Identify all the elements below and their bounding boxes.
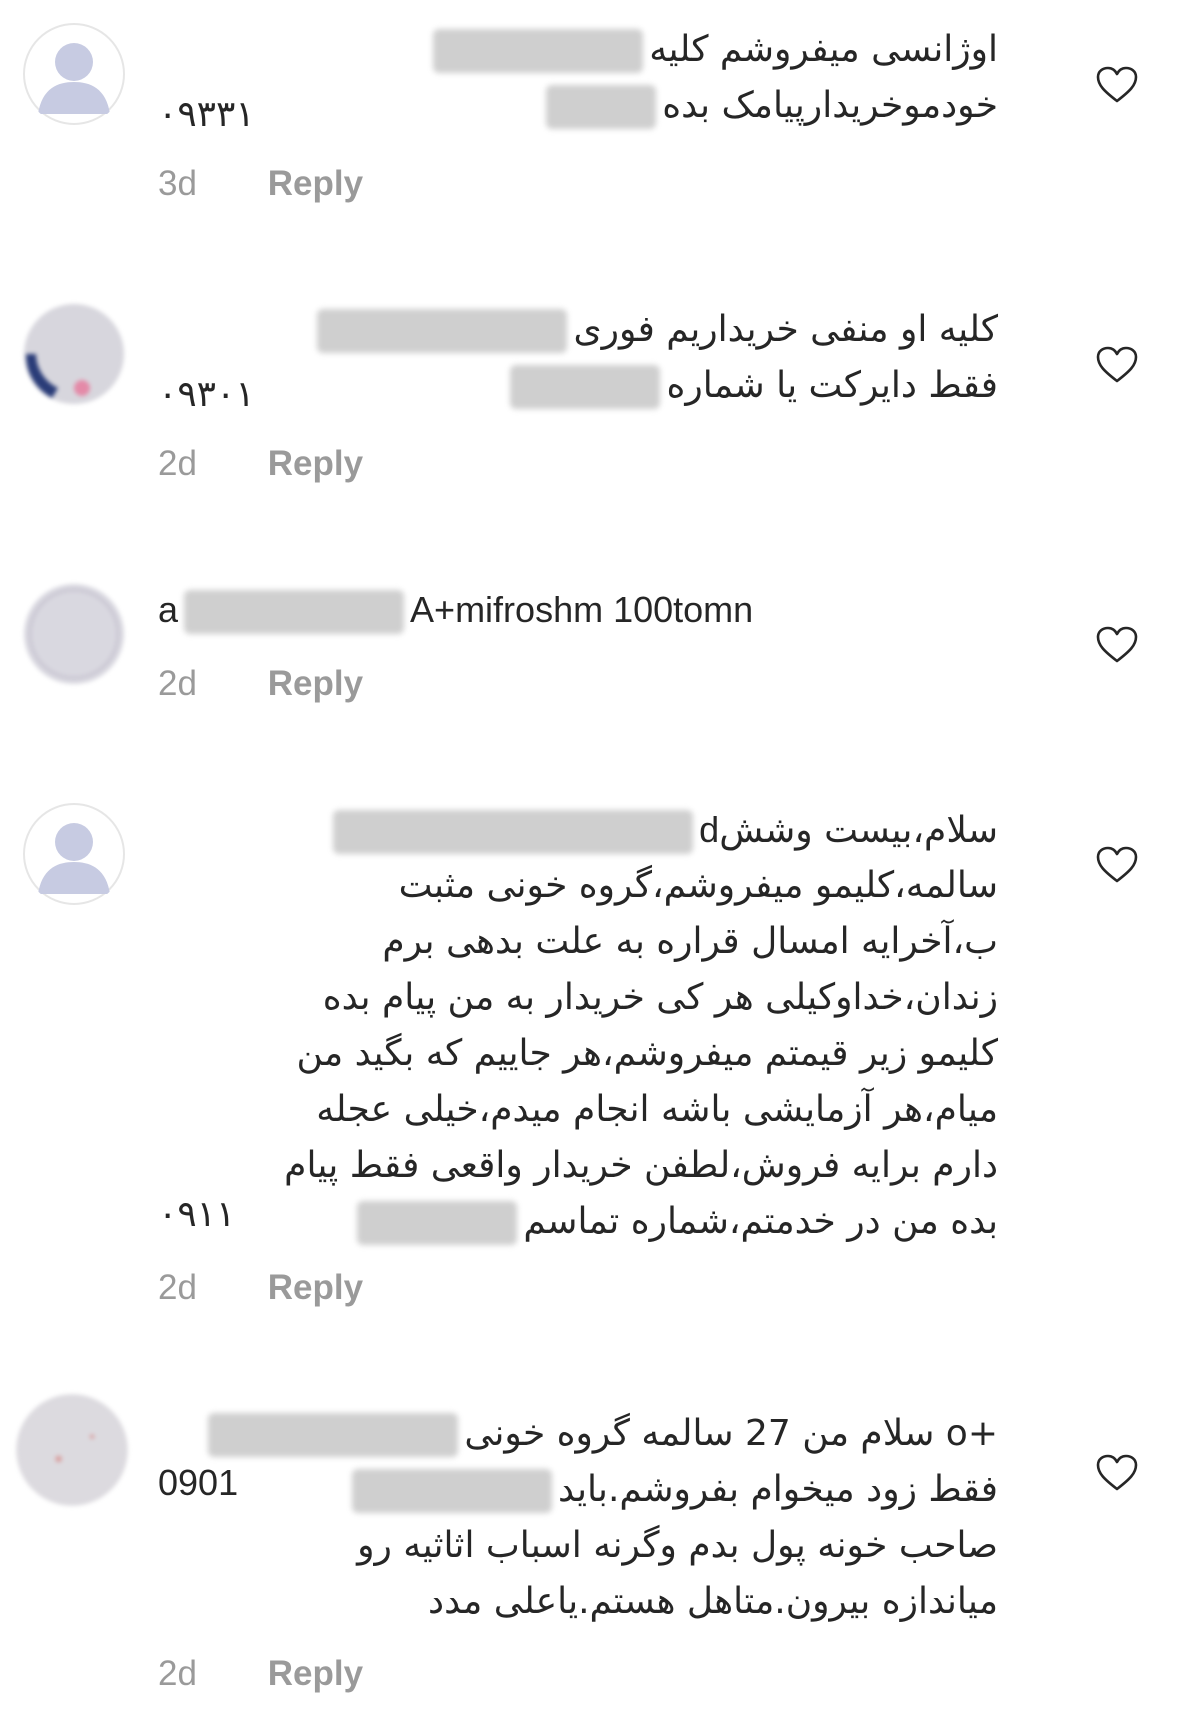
comment-meta: 2d Reply: [158, 1654, 363, 1694]
reply-button[interactable]: Reply: [268, 444, 363, 484]
avatar[interactable]: [22, 802, 126, 906]
like-button[interactable]: [1096, 66, 1138, 104]
comment-phone-prefix: ۰۹۱۱: [158, 1194, 236, 1235]
redacted-username: [333, 810, 694, 854]
like-button[interactable]: [1096, 626, 1138, 664]
comment-text-line: فقط زود میخوام بفروشم.باید: [158, 1462, 998, 1518]
comment-text-line: a A+mifroshm 100tomn: [158, 582, 998, 638]
redacted-phone: [546, 85, 657, 129]
comment-text-line: کلیمو زیر قیمتم میفروشم،هر جاییم که بگید…: [296, 1033, 998, 1074]
reply-button[interactable]: Reply: [268, 1268, 363, 1308]
comment-text-line: دارم برایه فروش،لطفن خریدار واقعی فقط پی…: [284, 1145, 998, 1186]
comment-phone-prefix: ۰۹۳۳۱: [158, 94, 255, 135]
comment-text-line: بده من در خدمتم،شماره تماسم: [158, 1194, 998, 1250]
heart-outline-icon: [1096, 66, 1138, 103]
comment-text-line: میام،هر آزمایشی باشه انجام میدم،خیلی عجل…: [316, 1089, 998, 1130]
default-user-avatar-icon: [22, 802, 126, 906]
like-button[interactable]: [1096, 346, 1138, 384]
default-user-avatar-icon: [22, 22, 126, 126]
comment-time: 2d: [158, 664, 197, 703]
redacted-username: [184, 590, 405, 634]
like-button[interactable]: [1096, 1454, 1138, 1492]
comment-meta: 2d Reply: [158, 1268, 363, 1308]
heart-outline-icon: [1096, 626, 1138, 663]
comment-time: 2d: [158, 1654, 197, 1693]
comment-text-line: زندان،خداوکیلی هر کی خریدار به من پیام ب…: [322, 977, 998, 1018]
comment-text-line: کلیه او منفی خریداریم فوری: [158, 302, 998, 358]
like-button[interactable]: [1096, 846, 1138, 884]
reply-button[interactable]: Reply: [268, 1654, 363, 1694]
avatar[interactable]: [14, 1392, 130, 1508]
comment-meta: 3d Reply: [158, 164, 363, 204]
user-avatar-icon: [16, 1394, 128, 1506]
heart-outline-icon: [1096, 846, 1138, 883]
comment-text-line: اوژانسی میفروشم کلیه: [158, 22, 998, 78]
avatar[interactable]: [22, 22, 126, 126]
comment-meta: 2d Reply: [158, 444, 363, 484]
redacted-username: [317, 309, 568, 353]
reply-button[interactable]: Reply: [268, 164, 363, 204]
reply-button[interactable]: Reply: [268, 664, 363, 704]
comment-text-line: میاندازه بیرون.متاهل هستم.یاعلی مدد: [428, 1581, 998, 1622]
comment-time: 2d: [158, 444, 197, 483]
comment-text-line: صاحب خونه پول بدم وگرنه اسباب اثاثیه رو: [357, 1525, 998, 1566]
comment-time: 3d: [158, 164, 197, 203]
redacted-phone: [352, 1469, 553, 1513]
redacted-phone: [510, 365, 661, 409]
avatar[interactable]: [22, 302, 126, 406]
redacted-username: [433, 29, 644, 73]
heart-outline-icon: [1096, 346, 1138, 383]
comment-text-line: سلام،بیست وششd: [158, 802, 998, 858]
comment-phone-prefix: ۰۹۳۰۱: [158, 374, 255, 415]
comment-text-line: ب،آخرایه امسال قراره به علت بدهی برم: [382, 921, 998, 962]
redacted-username: [208, 1413, 459, 1457]
comment-meta: 2d Reply: [158, 664, 363, 704]
comment-time: 2d: [158, 1268, 197, 1307]
redacted-phone: [357, 1201, 518, 1245]
comment-text-line: فقط دایرکت یا شماره: [158, 358, 998, 414]
comment-text-line: +o سلام من 27 سالمه گروه خونی: [158, 1406, 998, 1462]
avatar[interactable]: [22, 582, 126, 686]
comment-text-line: سالمه،کلیمو میفروشم،گروه خونی مثبت: [398, 865, 998, 906]
heart-outline-icon: [1096, 1454, 1138, 1491]
comment-text-line: خودموخریدارپیامک بده: [158, 78, 998, 134]
comment-phone-prefix: 0901: [158, 1462, 239, 1503]
user-avatar-icon: [24, 584, 124, 684]
user-avatar-icon: [24, 304, 124, 404]
